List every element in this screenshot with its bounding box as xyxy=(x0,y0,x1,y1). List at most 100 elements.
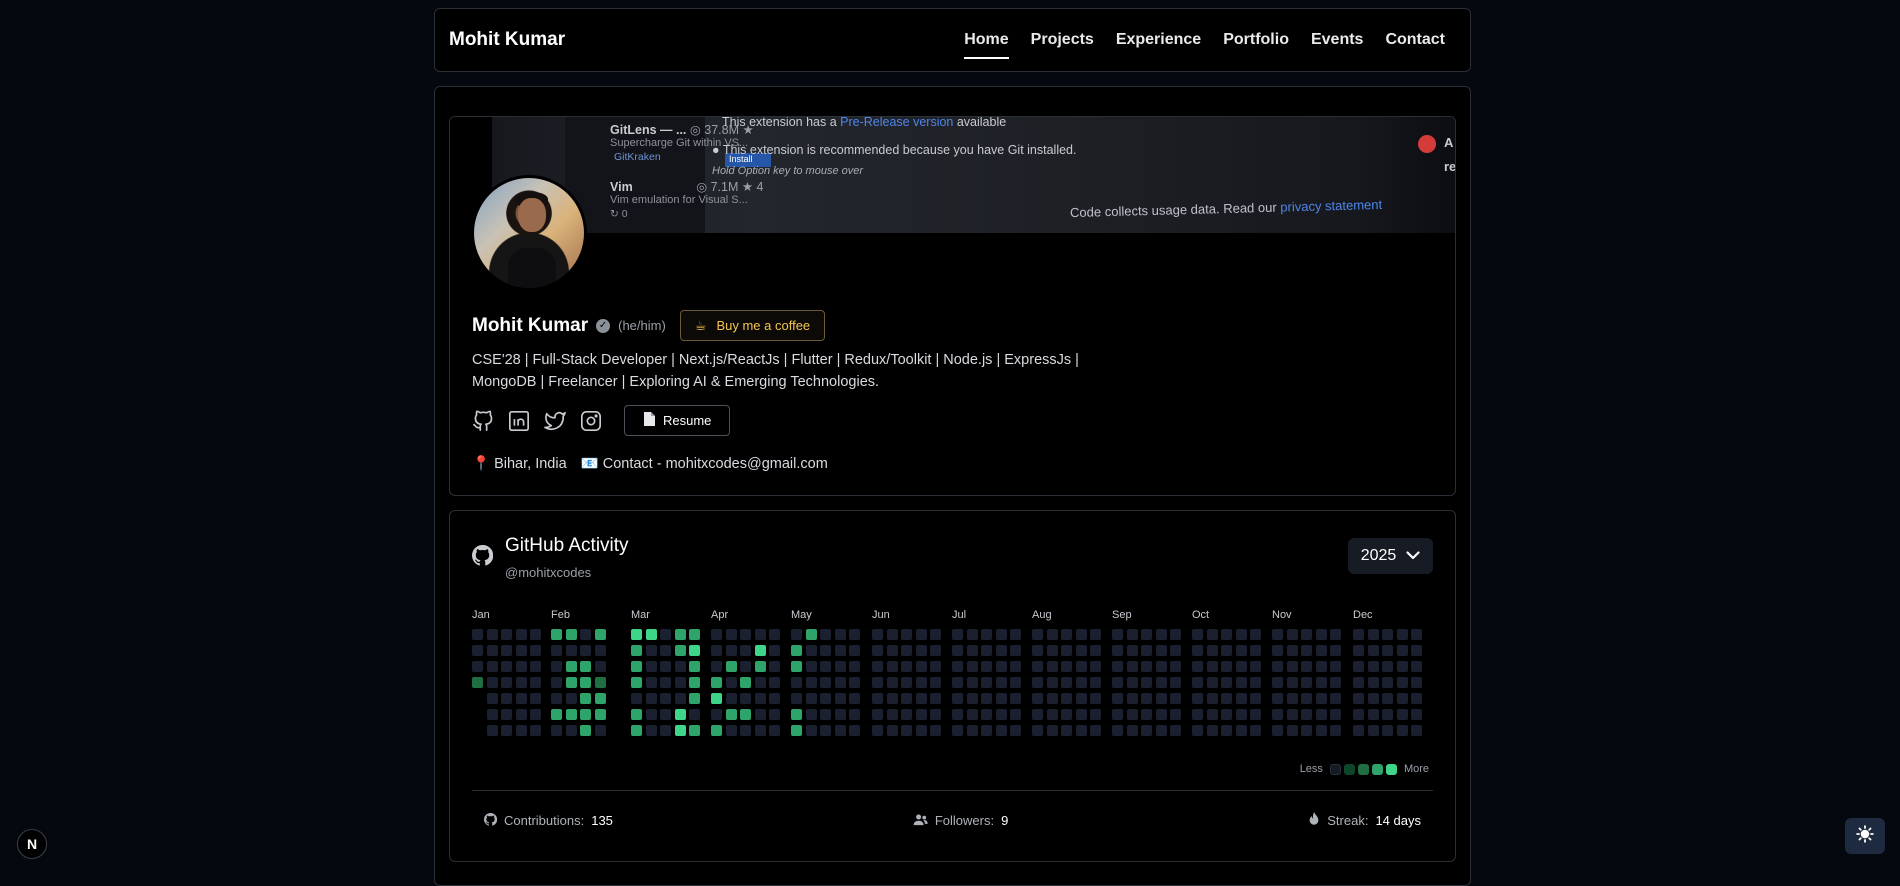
contribution-cell xyxy=(1286,725,1298,736)
profile-bio: CSE'28 | Full-Stack Developer | Next.js/… xyxy=(472,352,1079,390)
contribution-cell xyxy=(1010,725,1021,736)
contribution-cell xyxy=(486,629,498,640)
contribution-cell xyxy=(660,677,671,688)
contribution-cell xyxy=(1272,725,1283,736)
contribution-cell xyxy=(645,629,657,640)
buy-coffee-button[interactable]: ☕ Buy me a coffee xyxy=(679,310,826,341)
month-label: Mar xyxy=(631,609,650,621)
contribution-cell xyxy=(1272,661,1283,672)
contribution-cell xyxy=(1353,693,1364,704)
contribution-cell xyxy=(515,709,527,720)
banner-line2-text: This extension is recommended because yo… xyxy=(722,143,1077,157)
contribution-cell xyxy=(645,677,657,688)
contribution-cell xyxy=(740,725,751,736)
contribution-cell xyxy=(805,677,817,688)
linkedin-icon[interactable] xyxy=(508,410,530,432)
contribution-cell xyxy=(689,629,700,640)
nav-experience[interactable]: Experience xyxy=(1105,9,1212,71)
twitter-icon[interactable] xyxy=(544,410,566,432)
contribution-cell xyxy=(966,677,978,688)
nav-projects[interactable]: Projects xyxy=(1020,9,1105,71)
contribution-cell xyxy=(1112,661,1123,672)
contribution-cell xyxy=(820,629,831,640)
banner-line3: Hold Option key to mouse over xyxy=(712,165,864,177)
nav-portfolio[interactable]: Portfolio xyxy=(1212,9,1300,71)
contribution-cell xyxy=(1250,645,1261,656)
contribution-cell xyxy=(1075,693,1087,704)
contributions-stat: Contributions: 135 xyxy=(483,812,613,829)
contribution-cell xyxy=(886,725,898,736)
contribution-cell xyxy=(1126,661,1138,672)
contribution-cell xyxy=(1382,693,1393,704)
contribution-cell xyxy=(901,709,912,720)
nav-events[interactable]: Events xyxy=(1300,9,1374,71)
contribution-cell xyxy=(915,661,927,672)
contribution-cell xyxy=(1112,629,1123,640)
contribution-cell xyxy=(769,709,780,720)
contribution-cell xyxy=(981,645,992,656)
github-username[interactable]: @mohitxcodes xyxy=(505,565,629,580)
nextjs-badge[interactable]: N xyxy=(17,829,47,859)
contribution-cell xyxy=(711,677,722,688)
contribution-cell xyxy=(486,645,498,656)
resume-button[interactable]: Resume xyxy=(624,405,731,436)
contribution-cell xyxy=(754,645,766,656)
contribution-cell xyxy=(901,645,912,656)
banner-line4-link: privacy statement xyxy=(1280,196,1383,215)
banner-line4-text: Code collects usage data. Read our xyxy=(1069,199,1281,221)
contribution-cell xyxy=(674,677,686,688)
contribution-cell xyxy=(660,661,671,672)
nav-contact[interactable]: Contact xyxy=(1374,9,1456,71)
top-navbar: Mohit Kumar Home Projects Experience Por… xyxy=(434,8,1471,72)
contribution-cell xyxy=(1075,725,1087,736)
contribution-cell xyxy=(791,709,802,720)
nav-home[interactable]: Home xyxy=(953,9,1019,71)
contribution-cell xyxy=(472,629,483,640)
brand-name[interactable]: Mohit Kumar xyxy=(449,29,565,51)
contribution-cell xyxy=(472,645,483,656)
theme-toggle-button[interactable] xyxy=(1845,818,1885,854)
year-select[interactable]: 2025 xyxy=(1348,538,1433,574)
contribution-cell xyxy=(1170,693,1181,704)
contribution-cell xyxy=(791,693,802,704)
contribution-cell xyxy=(754,677,766,688)
contribution-cell xyxy=(1235,709,1247,720)
contribution-cell xyxy=(872,677,883,688)
contribution-cell xyxy=(1075,629,1087,640)
contribution-cell xyxy=(1250,709,1261,720)
contribution-cell xyxy=(711,629,722,640)
contribution-cell xyxy=(1330,693,1341,704)
contribution-cell xyxy=(849,725,860,736)
contribution-cell xyxy=(645,693,657,704)
contribution-cell xyxy=(1192,677,1203,688)
contributions-value: 135 xyxy=(591,813,613,828)
contribution-cell xyxy=(1301,661,1312,672)
buy-coffee-label: Buy me a coffee xyxy=(716,318,811,333)
contribution-cell xyxy=(1286,677,1298,688)
instagram-icon[interactable] xyxy=(580,410,602,432)
contribution-cell xyxy=(515,661,527,672)
github-icon[interactable] xyxy=(472,410,494,432)
contribution-cell xyxy=(1367,693,1379,704)
contribution-cell xyxy=(674,725,686,736)
contribution-cell xyxy=(1075,709,1087,720)
contribution-cell xyxy=(631,693,642,704)
contribution-cell xyxy=(1112,709,1123,720)
contribution-cell xyxy=(872,709,883,720)
contribution-cell xyxy=(915,629,927,640)
contact-email-text[interactable]: 📧 Contact - mohitxcodes@gmail.com xyxy=(581,455,828,472)
month-label: Sep xyxy=(1112,609,1132,621)
followers-value: 9 xyxy=(1001,813,1009,828)
month-label: Apr xyxy=(711,609,729,621)
contribution-cell xyxy=(1090,661,1101,672)
contribution-cell xyxy=(1301,629,1312,640)
contribution-cell xyxy=(486,661,498,672)
contribution-cell xyxy=(530,645,541,656)
contribution-cell xyxy=(834,693,846,704)
contribution-cell xyxy=(1112,693,1123,704)
contribution-cell xyxy=(834,629,846,640)
contribution-cell xyxy=(515,725,527,736)
contribution-cell xyxy=(1396,709,1408,720)
streak-value: 14 days xyxy=(1375,813,1421,828)
contribution-cell xyxy=(674,629,686,640)
